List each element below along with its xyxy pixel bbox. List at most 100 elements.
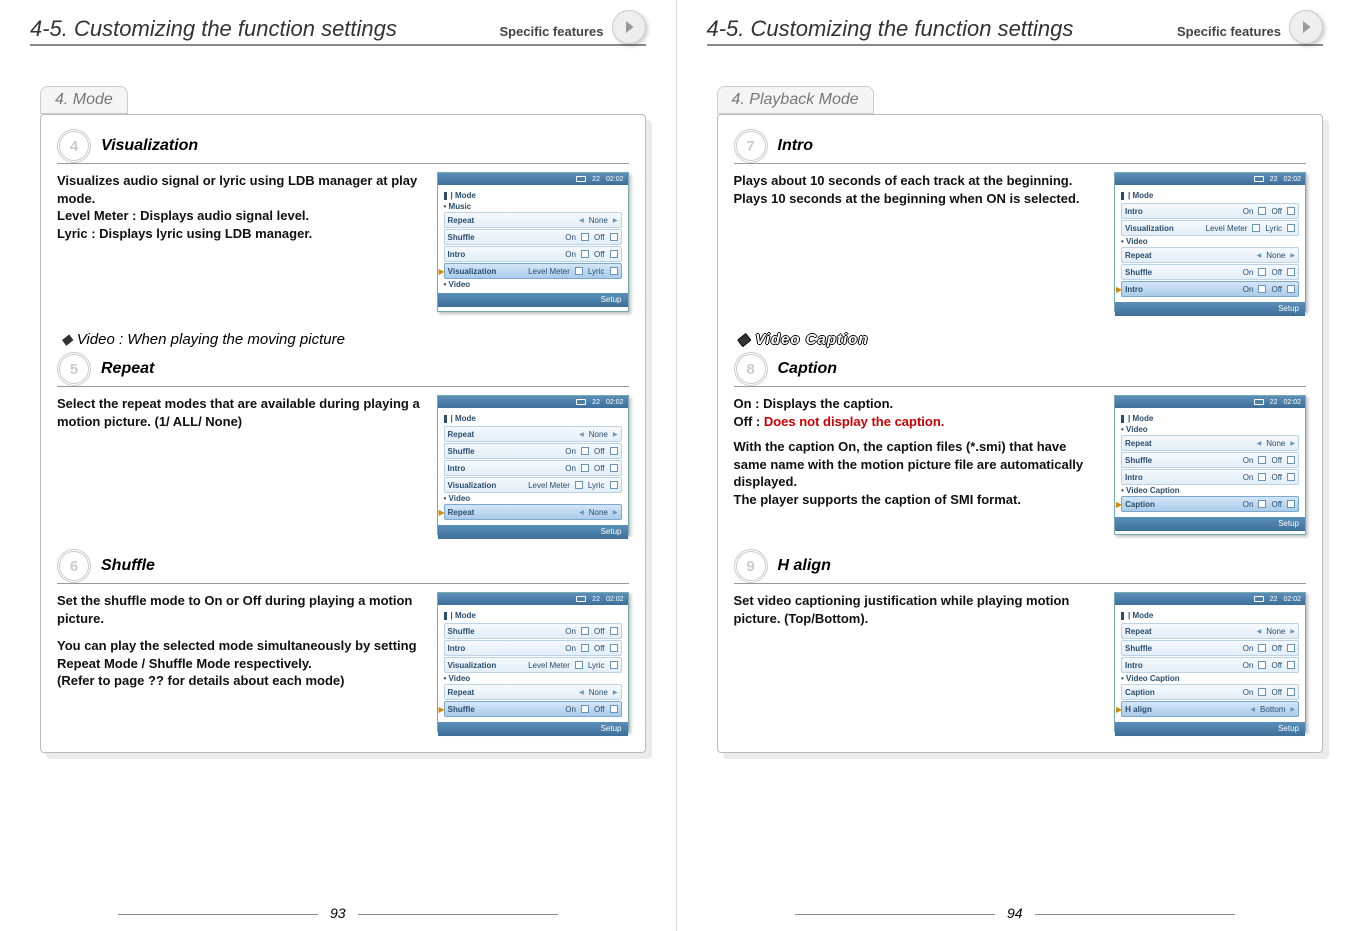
chapter-header: 4-5. Customizing the function settings S… xyxy=(30,0,646,46)
shot-row-halign[interactable]: ▶H align◀Bottom▶ xyxy=(1121,701,1299,717)
step-8-extra: With the caption On, the caption files (… xyxy=(734,438,1101,508)
step-title: Intro xyxy=(778,137,1307,155)
shot-group-video: • Video xyxy=(1121,237,1299,246)
shot-row-repeat-video[interactable]: Repeat◀None▶ xyxy=(1121,247,1299,263)
step-6-desc: Set the shuffle mode to On or Off during… xyxy=(57,592,423,690)
shot-group-videocap: • Video Caption xyxy=(1121,674,1299,683)
next-arrow-icon[interactable] xyxy=(1289,10,1323,44)
page-number: 94 xyxy=(677,905,1353,921)
shot-row-repeat[interactable]: Repeat◀None▶ xyxy=(444,212,622,228)
shot-row-shuffle[interactable]: ShuffleOnOff xyxy=(444,623,622,639)
step-4-desc2: Level Meter : Displays audio signal leve… xyxy=(57,207,423,242)
shot-row-caption[interactable]: ▶CaptionOnOff xyxy=(1121,496,1299,512)
device-screenshot: 22 02:02 | Mode • Music Repeat◀None▶ Shuf… xyxy=(437,172,629,312)
shot-heading: | Mode xyxy=(1121,412,1299,425)
shot-row-repeat-video[interactable]: Repeat◀None▶ xyxy=(1121,435,1299,451)
shot-group-video: • Video xyxy=(1121,425,1299,434)
shot-row-repeat-video[interactable]: ▶Repeat◀None▶ xyxy=(444,504,622,520)
shot-row-vis[interactable]: ▶VisualizationLevel MeterLyric xyxy=(444,263,622,279)
step-7-body: Plays about 10 seconds of each track at … xyxy=(734,172,1307,312)
chapter-num: 4-5. xyxy=(707,16,745,41)
step-title: Shuffle xyxy=(101,557,629,575)
shot-footer: Setup xyxy=(438,722,628,736)
chapter-num: 4-5. xyxy=(30,16,68,41)
section-tab: 4. Playback Mode xyxy=(717,86,874,114)
page-94: 4-5. Customizing the function settings S… xyxy=(677,0,1353,931)
shot-group-music: • Music xyxy=(444,202,622,211)
clock-value: 02:02 xyxy=(606,176,624,183)
shot-row-vis[interactable]: VisualizationLevel MeterLyric xyxy=(444,477,622,493)
shot-row-shuffle-video[interactable]: ▶ShuffleOnOff xyxy=(444,701,622,717)
step-5-header: 5 Repeat xyxy=(57,352,629,387)
step-4-desc1: Visualizes audio signal or lyric using L… xyxy=(57,172,423,207)
shot-row-vis[interactable]: VisualizationLevel MeterLyric xyxy=(444,657,622,673)
shot-row-repeat[interactable]: Repeat◀None▶ xyxy=(444,426,622,442)
battery-icon xyxy=(576,399,586,405)
chapter-title: 4-5. Customizing the function settings xyxy=(707,16,1074,42)
step-title: Visualization xyxy=(101,137,629,155)
chapter-header: 4-5. Customizing the function settings S… xyxy=(707,0,1324,46)
shot-heading: | Mode xyxy=(1121,609,1299,622)
step-6-body: Set the shuffle mode to On or Off during… xyxy=(57,592,629,732)
section-panel: 7 Intro Plays about 10 seconds of each t… xyxy=(717,114,1324,753)
shot-row-intro[interactable]: IntroOnOff xyxy=(444,640,622,656)
shot-row-shuffle[interactable]: ShuffleOnOff xyxy=(444,229,622,245)
step-7-header: 7 Intro xyxy=(734,129,1307,164)
battery-icon xyxy=(1254,399,1264,405)
shot-row-caption[interactable]: CaptionOnOff xyxy=(1121,684,1299,700)
step-number: 8 xyxy=(734,352,768,386)
step-9-body: Set video captioning justification while… xyxy=(734,592,1307,732)
device-screenshot: 2202:02 | Mode • Video Repeat◀None▶ Shuf… xyxy=(1114,395,1306,535)
shot-row-intro-video[interactable]: IntroOnOff xyxy=(1121,657,1299,673)
shot-footer: Setup xyxy=(438,293,628,307)
shot-row-shuffle-video[interactable]: ShuffleOnOff xyxy=(1121,640,1299,656)
shot-heading: | Mode xyxy=(444,189,622,202)
battery-icon xyxy=(1254,176,1264,182)
shot-row-intro-video[interactable]: ▶IntroOnOff xyxy=(1121,281,1299,297)
next-arrow-icon[interactable] xyxy=(612,10,646,44)
step-4-header: 4 Visualization xyxy=(57,129,629,164)
step-8-off: Off : Does not display the caption. xyxy=(734,413,1101,431)
chapter-text: Customizing the function settings xyxy=(74,16,397,41)
step-4-desc: Visualizes audio signal or lyric using L… xyxy=(57,172,423,242)
battery-icon xyxy=(1254,596,1264,602)
step-number: 6 xyxy=(57,549,91,583)
step-9-header: 9 H align xyxy=(734,549,1307,584)
step-number: 7 xyxy=(734,129,768,163)
page-93: 4-5. Customizing the function settings S… xyxy=(0,0,677,931)
shot-row-intro-video[interactable]: IntroOnOff xyxy=(1121,469,1299,485)
battery-value: 22 xyxy=(592,176,600,183)
shot-row-intro[interactable]: IntroOnOff xyxy=(444,460,622,476)
device-screenshot: 2202:02 | Mode IntroOnOff VisualizationL… xyxy=(1114,172,1306,312)
step-8-on: On : Displays the caption. xyxy=(734,395,1101,413)
chapter-text: Customizing the function settings xyxy=(751,16,1074,41)
step-8-desc: On : Displays the caption. Off : Does no… xyxy=(734,395,1101,508)
step-number: 9 xyxy=(734,549,768,583)
battery-icon xyxy=(576,176,586,182)
shot-group-video: • Video xyxy=(444,280,622,289)
shot-row-repeat-video[interactable]: Repeat◀None▶ xyxy=(1121,623,1299,639)
device-screenshot: 2202:02 | Mode Repeat◀None▶ ShuffleOnOff… xyxy=(1114,592,1306,732)
shot-row-intro[interactable]: IntroOnOff xyxy=(1121,203,1299,219)
step-7-desc: Plays about 10 seconds of each track at … xyxy=(734,172,1101,207)
step-9-desc: Set video captioning justification while… xyxy=(734,592,1101,627)
device-screenshot: 2202:02 | Mode Repeat◀None▶ ShuffleOnOff… xyxy=(437,395,629,535)
step-title: Repeat xyxy=(101,360,629,378)
step-6-desc1: Set the shuffle mode to On or Off during… xyxy=(57,592,423,627)
shot-heading: | Mode xyxy=(444,412,622,425)
shot-row-repeat-video[interactable]: Repeat◀None▶ xyxy=(444,684,622,700)
shot-row-shuffle-video[interactable]: ShuffleOnOff xyxy=(1121,452,1299,468)
shot-group-video: • Video xyxy=(444,494,622,503)
battery-icon xyxy=(576,596,586,602)
shot-heading: | Mode xyxy=(1121,189,1299,202)
shot-row-shuffle[interactable]: ShuffleOnOff xyxy=(444,443,622,459)
sub-video: Video : When playing the moving picture xyxy=(61,330,629,348)
shot-row-intro[interactable]: IntroOnOff xyxy=(444,246,622,262)
step-6-header: 6 Shuffle xyxy=(57,549,629,584)
shot-row-shuffle-video[interactable]: ShuffleOnOff xyxy=(1121,264,1299,280)
step-8-body: On : Displays the caption. Off : Does no… xyxy=(734,395,1307,535)
shot-group-videocap: • Video Caption xyxy=(1121,486,1299,495)
section-panel: 4 Visualization Visualizes audio signal … xyxy=(40,114,646,753)
shot-heading: | Mode xyxy=(444,609,622,622)
shot-row-vis[interactable]: VisualizationLevel MeterLyric xyxy=(1121,220,1299,236)
